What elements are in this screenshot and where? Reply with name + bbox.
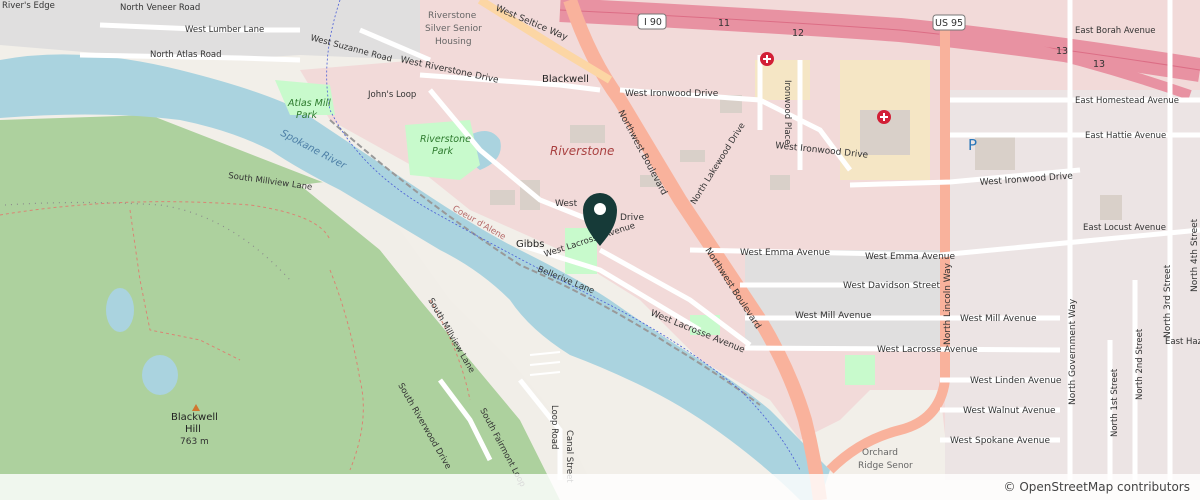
label-east-borah-avenue: East Borah Avenue (1075, 26, 1155, 36)
label-orchard-ridge-1: Orchard (862, 448, 898, 458)
label-i90: I 90 (644, 17, 662, 28)
label-atlas-mill-park-2: Park (296, 110, 317, 121)
label-riverstone-park-1: Riverstone (420, 134, 471, 145)
parking-icon[interactable]: P (968, 136, 977, 154)
label-east-locust-avenue: East Locust Avenue (1083, 223, 1166, 233)
label-west-lacrosse-avenue-3: West Lacrosse Avenue (877, 345, 978, 355)
label-north-government-way: North Government Way (1068, 298, 1078, 405)
label-gibbs: Gibbs (516, 239, 544, 250)
pond-west (106, 288, 134, 332)
label-exit-11: 11 (718, 18, 730, 29)
label-riverstone-housing-1: Riverstone (428, 11, 477, 21)
label-north-lincoln-way: North Lincoln Way (943, 262, 953, 345)
label-riverstone: Riverstone (550, 144, 614, 158)
label-north-2nd-street: North 2nd Street (1135, 328, 1145, 400)
pond-south (142, 355, 178, 395)
map-view[interactable]: River's Edge North Veneer Road West Lumb… (0, 0, 1200, 500)
label-east-haz: East Haz (1165, 337, 1200, 347)
label-blackwell-hill-1: Blackwell (171, 412, 218, 423)
label-west-spokane-avenue: West Spokane Avenue (950, 436, 1050, 446)
label-riverstone-housing-3: Housing (435, 37, 472, 47)
label-west-emma-avenue-1: West Emma Avenue (740, 248, 830, 258)
label-west-linden-avenue: West Linden Avenue (970, 376, 1062, 386)
label-west-davidson-street: West Davidson Street (843, 281, 941, 291)
label-west-emma-avenue-2: West Emma Avenue (865, 252, 955, 262)
label-loop-road: Loop Road (549, 405, 559, 449)
label-west-mill-avenue-2: West Mill Avenue (960, 314, 1037, 324)
label-north-veneer-road: North Veneer Road (120, 3, 200, 13)
label-north-4th-street: North 4th Street (1190, 218, 1200, 292)
label-west-mill-avenue-1: West Mill Avenue (795, 311, 872, 321)
label-atlas-mill-park-1: Atlas Mill (287, 98, 331, 109)
green-space-east (845, 355, 875, 385)
map-attribution[interactable]: © OpenStreetMap contributors (0, 474, 1200, 500)
label-exit-12: 12 (792, 28, 804, 39)
label-us95: US 95 (935, 18, 963, 29)
label-blackwell-hill-2: Hill (185, 424, 201, 435)
label-west-drive-part1: West (555, 199, 578, 209)
hospital-icon[interactable] (760, 52, 774, 66)
label-east-homestead-avenue: East Homestead Avenue (1075, 96, 1179, 106)
label-ironwood-place: Ironwood Place (782, 80, 792, 144)
label-exit-13b: 13 (1093, 59, 1105, 70)
label-blackwell: Blackwell (542, 74, 589, 85)
label-riverstone-park-2: Park (432, 146, 453, 157)
label-east-hattie-avenue: East Hattie Avenue (1085, 131, 1166, 141)
label-johns-loop: John's Loop (367, 90, 416, 100)
label-north-1st-street: North 1st Street (1110, 368, 1120, 437)
map-canvas[interactable]: River's Edge North Veneer Road West Lumb… (0, 0, 1200, 500)
label-north-atlas-road: North Atlas Road (150, 50, 222, 60)
label-west-ironwood-drive-1: West Ironwood Drive (625, 89, 719, 99)
label-west-lumber-lane: West Lumber Lane (185, 25, 264, 35)
label-rivers-edge: River's Edge (2, 1, 55, 11)
label-west-walnut-avenue: West Walnut Avenue (963, 406, 1056, 416)
label-exit-13: 13 (1056, 46, 1068, 57)
label-orchard-ridge-2: Ridge Senor (858, 461, 913, 471)
label-north-3rd-street: North 3rd Street (1163, 264, 1173, 338)
label-blackwell-hill-3: 763 m (180, 437, 209, 447)
label-riverstone-housing-2: Silver Senior (425, 24, 482, 34)
hospital-icon[interactable] (877, 110, 891, 124)
